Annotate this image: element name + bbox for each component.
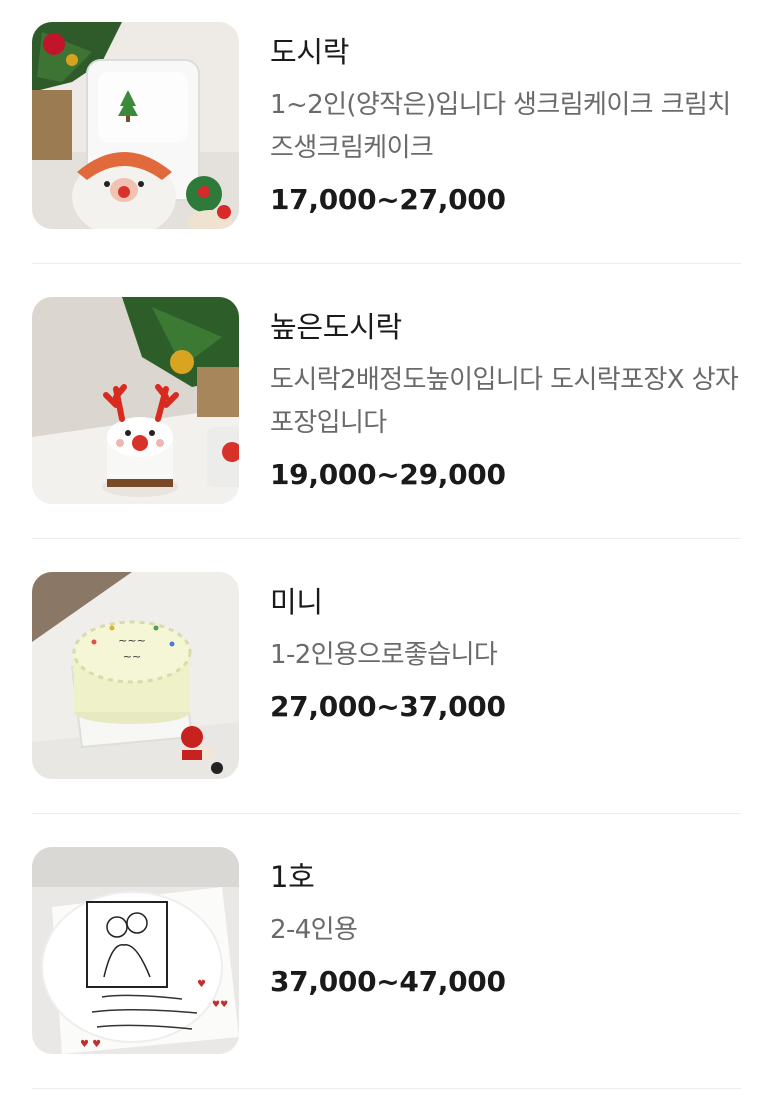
item-description: 1~2인(양작은)입니다 생크림케이크 크림치즈생크림케이크 xyxy=(270,90,731,163)
size-1-cake-photo: ♥ ♥ ♥ ♥♥ xyxy=(32,847,239,1054)
svg-text:~~: ~~ xyxy=(123,650,141,663)
divider xyxy=(32,813,741,814)
item-info: 미니 1-2인용으로좋습니다 27,000~37,000 xyxy=(270,582,740,727)
item-price: 17,000~27,000 xyxy=(270,183,506,216)
item-name: 1호 xyxy=(270,860,315,894)
menu-list: 도시락 1~2인(양작은)입니다 생크림케이크 크림치즈생크림케이크 17,00… xyxy=(0,0,773,1089)
item-description: 1-2인용으로좋습니다 xyxy=(270,640,498,670)
menu-item-mini[interactable]: ~~~ ~~ 미니 1-2인용으로좋습니다 27,000~37,000 xyxy=(0,550,773,825)
item-info: 높은도시락 도시락2배정도높이입니다 도시락포장X 상자포장입니다 19,000… xyxy=(270,307,740,495)
mini-cake-photo: ~~~ ~~ xyxy=(32,572,239,779)
menu-item-tall-dosirak[interactable]: 높은도시락 도시락2배정도높이입니다 도시락포장X 상자포장입니다 19,000… xyxy=(0,275,773,550)
item-description: 도시락2배정도높이입니다 도시락포장X 상자포장입니다 xyxy=(270,365,739,438)
item-price: 37,000~47,000 xyxy=(270,965,506,998)
item-name: 미니 xyxy=(270,585,323,619)
item-info: 도시락 1~2인(양작은)입니다 생크림케이크 크림치즈생크림케이크 17,00… xyxy=(270,32,740,220)
dosirak-cake-photo xyxy=(32,22,239,229)
svg-text:♥♥: ♥♥ xyxy=(212,1000,228,1010)
divider xyxy=(32,263,741,264)
item-name: 높은도시락 xyxy=(270,310,402,344)
divider xyxy=(32,538,741,539)
item-price: 27,000~37,000 xyxy=(270,690,506,723)
tall-dosirak-cake-photo xyxy=(32,297,239,504)
menu-item-dosirak[interactable]: 도시락 1~2인(양작은)입니다 생크림케이크 크림치즈생크림케이크 17,00… xyxy=(0,0,773,275)
item-name: 도시락 xyxy=(270,35,350,69)
item-info: 1호 2-4인용 37,000~47,000 xyxy=(270,857,740,1002)
svg-text:~~~: ~~~ xyxy=(118,634,146,647)
divider xyxy=(32,1088,741,1089)
svg-text:♥ ♥: ♥ ♥ xyxy=(80,1039,101,1050)
svg-text:♥: ♥ xyxy=(197,979,206,990)
item-price: 19,000~29,000 xyxy=(270,458,506,491)
menu-item-size-1[interactable]: ♥ ♥ ♥ ♥♥ 1호 2-4인용 37,000~47,000 xyxy=(0,825,773,1100)
item-description: 2-4인용 xyxy=(270,915,358,945)
